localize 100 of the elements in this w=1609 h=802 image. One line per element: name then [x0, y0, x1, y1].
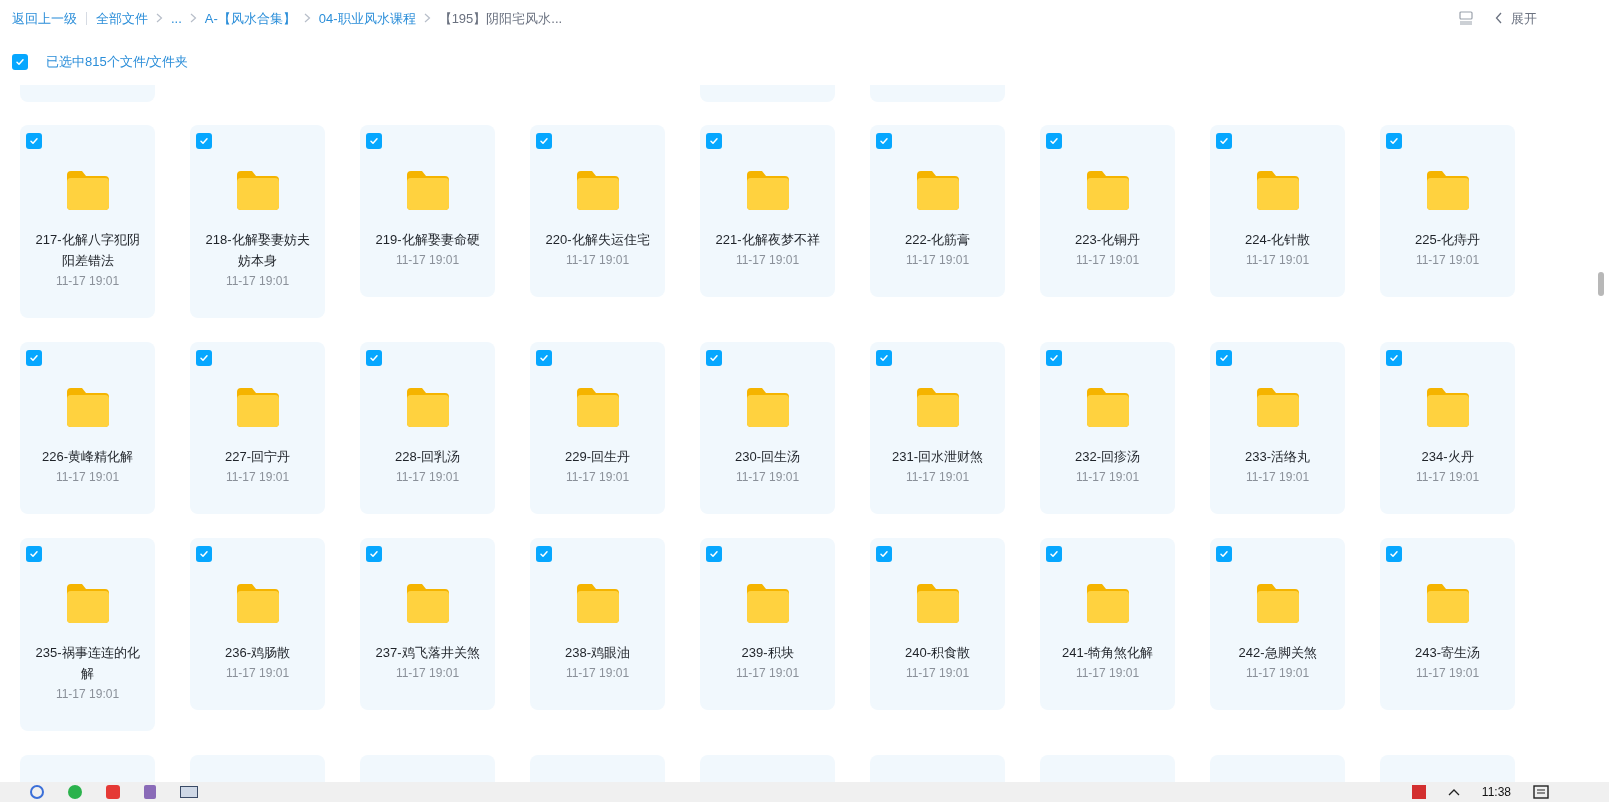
- checkbox[interactable]: [1386, 545, 1402, 562]
- checkbox[interactable]: [196, 132, 212, 149]
- checkbox[interactable]: [196, 349, 212, 366]
- folder-name: 217-化解八字犯阴阳差错法: [34, 230, 141, 270]
- folder-date: 11-17 19:01: [1415, 664, 1480, 682]
- folder-card[interactable]: 236-鸡肠散 11-17 19:01: [190, 537, 325, 710]
- app-icon[interactable]: [180, 786, 198, 798]
- checkbox[interactable]: [1386, 349, 1402, 366]
- folder-card[interactable]: 235-祸事连连的化解 11-17 19:01: [20, 537, 155, 731]
- checkbox[interactable]: [536, 132, 552, 149]
- folder-card[interactable]: 217-化解八字犯阴阳差错法 11-17 19:01: [20, 124, 155, 318]
- app-icon[interactable]: [30, 785, 44, 799]
- folder-card[interactable]: 242-急脚关煞 11-17 19:01: [1210, 537, 1345, 710]
- folder-name: 243-寄生汤: [1414, 643, 1481, 662]
- folder-card[interactable]: 231-回水泄财煞 11-17 19:01: [870, 341, 1005, 514]
- chevron-right-icon: [303, 13, 311, 24]
- checkbox[interactable]: [876, 545, 892, 562]
- checkbox[interactable]: [12, 53, 28, 70]
- folder-card[interactable]: 221-化解夜梦不祥 11-17 19:01: [700, 124, 835, 297]
- checkbox[interactable]: [536, 545, 552, 562]
- chevron-right-icon: [423, 13, 431, 24]
- folder-date: 11-17 19:01: [1245, 664, 1310, 682]
- breadcrumb-link[interactable]: 全部文件: [96, 8, 148, 28]
- checkbox[interactable]: [1216, 545, 1232, 562]
- checkbox[interactable]: [26, 349, 42, 366]
- folder-card[interactable]: 234-火丹 11-17 19:01: [1380, 341, 1515, 514]
- list-view-icon[interactable]: [1459, 11, 1473, 26]
- folder-name: 222-化筋膏: [904, 230, 971, 249]
- checkbox[interactable]: [536, 349, 552, 366]
- folder-date: 11-17 19:01: [1245, 468, 1310, 486]
- folder-date: 11-17 19:01: [1075, 664, 1140, 682]
- folder-date: 11-17 19:01: [225, 272, 290, 290]
- folder-date: 11-17 19:01: [905, 468, 970, 486]
- folder-card[interactable]: 237-鸡飞落井关煞 11-17 19:01: [360, 537, 495, 710]
- folder-card[interactable]: 227-回宁丹 11-17 19:01: [190, 341, 325, 514]
- folder-date: 11-17 19:01: [735, 664, 800, 682]
- folder-card[interactable]: 219-化解娶妻命硬 11-17 19:01: [360, 124, 495, 297]
- breadcrumb-link[interactable]: 返回上一级: [12, 8, 77, 28]
- notification-icon[interactable]: [1533, 785, 1549, 799]
- checkbox[interactable]: [706, 349, 722, 366]
- folder-card[interactable]: 228-回乳汤 11-17 19:01: [360, 341, 495, 514]
- checkbox[interactable]: [1216, 349, 1232, 366]
- scrollbar-thumb[interactable]: [1598, 272, 1604, 296]
- folder-card[interactable]: 222-化筋膏 11-17 19:01: [870, 124, 1005, 297]
- folder-date: 11-17 19:01: [565, 664, 630, 682]
- folder-date: 11-17 19:01: [55, 685, 120, 703]
- checkbox[interactable]: [366, 545, 382, 562]
- folder-name: 219-化解娶妻命硬: [374, 230, 481, 249]
- expand-button[interactable]: 展开: [1495, 8, 1537, 28]
- caret-icon[interactable]: [1447, 788, 1460, 796]
- chevron-right-icon: [156, 13, 163, 24]
- folder-name: 218-化解娶妻妨夫妨本身: [204, 230, 311, 270]
- folder-date: 11-17 19:01: [735, 251, 800, 269]
- folder-date: 11-17 19:01: [565, 468, 630, 486]
- folder-card[interactable]: 220-化解失运住宅 11-17 19:01: [530, 124, 665, 297]
- folder-card[interactable]: 230-回生汤 11-17 19:01: [700, 341, 835, 514]
- folder-card[interactable]: 243-寄生汤 11-17 19:01: [1380, 537, 1515, 710]
- checkbox[interactable]: [876, 349, 892, 366]
- checkbox[interactable]: [196, 545, 212, 562]
- chevron-right-icon: [189, 13, 197, 24]
- folder-card[interactable]: 239-积块 11-17 19:01: [700, 537, 835, 710]
- folder-card[interactable]: 240-积食散 11-17 19:01: [870, 537, 1005, 710]
- folder-date: 11-17 19:01: [395, 468, 460, 486]
- folder-card[interactable]: 233-活络丸 11-17 19:01: [1210, 341, 1345, 514]
- folder-name: 240-积食散: [904, 643, 971, 662]
- checkbox[interactable]: [1046, 545, 1062, 562]
- folder-name: 232-回疹汤: [1074, 447, 1141, 466]
- checkbox[interactable]: [26, 132, 42, 149]
- checkbox[interactable]: [26, 545, 42, 562]
- folder-card[interactable]: 218-化解娶妻妨夫妨本身 11-17 19:01: [190, 124, 325, 318]
- folder-card[interactable]: 238-鸡眼油 11-17 19:01: [530, 537, 665, 710]
- folder-card[interactable]: 241-犄角煞化解 11-17 19:01: [1040, 537, 1175, 710]
- checkbox[interactable]: [1046, 349, 1062, 366]
- folder-name: 233-活络丸: [1244, 447, 1311, 466]
- folder-card[interactable]: 226-黄峰精化解 11-17 19:01: [20, 341, 155, 514]
- folder-date: 11-17 19:01: [1415, 251, 1480, 269]
- folder-name: 235-祸事连连的化解: [34, 643, 141, 683]
- folder-card[interactable]: 229-回生丹 11-17 19:01: [530, 341, 665, 514]
- checkbox[interactable]: [706, 545, 722, 562]
- checkbox[interactable]: [366, 132, 382, 149]
- app-icon[interactable]: [1411, 785, 1426, 799]
- folder-card[interactable]: 232-回疹汤 11-17 19:01: [1040, 341, 1175, 514]
- folder-card[interactable]: 224-化针散 11-17 19:01: [1210, 124, 1345, 297]
- folder-card[interactable]: 225-化痔丹 11-17 19:01: [1380, 124, 1515, 297]
- folder-name: 230-回生汤: [734, 447, 801, 466]
- folder-card[interactable]: 223-化铜丹 11-17 19:01: [1040, 124, 1175, 297]
- breadcrumb-link[interactable]: 04-职业风水课程: [318, 8, 416, 28]
- folder-name: 225-化痔丹: [1414, 230, 1481, 249]
- checkbox[interactable]: [1216, 132, 1232, 149]
- folder-date: 11-17 19:01: [225, 468, 290, 486]
- folder-name: 242-急脚关煞: [1237, 643, 1318, 662]
- checkbox[interactable]: [1046, 132, 1062, 149]
- folder-name: 237-鸡飞落井关煞: [374, 643, 481, 662]
- checkbox[interactable]: [706, 132, 722, 149]
- checkbox[interactable]: [366, 349, 382, 366]
- checkbox[interactable]: [876, 132, 892, 149]
- breadcrumb-link[interactable]: ...: [171, 8, 182, 28]
- selection-count: 已选中815个文件/文件夹: [46, 53, 189, 71]
- breadcrumb-link[interactable]: A-【风水合集】: [204, 8, 296, 28]
- checkbox[interactable]: [1386, 132, 1402, 149]
